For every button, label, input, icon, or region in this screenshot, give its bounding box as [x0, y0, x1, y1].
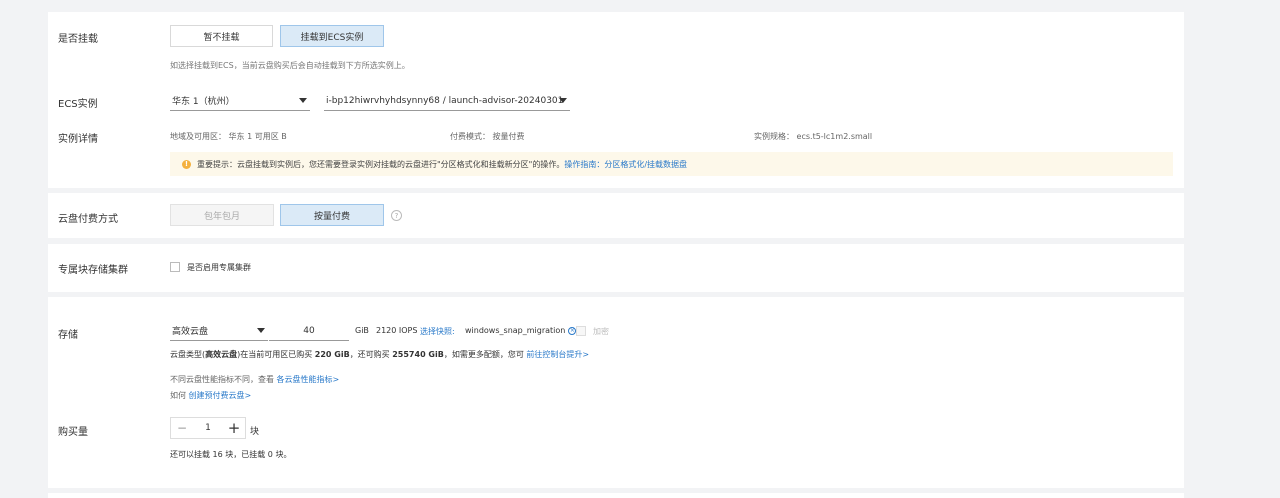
- storage-panel: 存储 高效云盘 40 GiB 2120 IOPS 选择快照: windows_s…: [48, 297, 1184, 488]
- storage-label: 存储: [58, 330, 78, 341]
- quantity-value[interactable]: 1: [193, 423, 223, 433]
- next-panel: [48, 493, 1184, 498]
- notice-guide-link[interactable]: 操作指南：分区格式化/挂载数据盘: [564, 159, 687, 170]
- snapshot-value-wrap: windows_snap_migration ×: [465, 326, 577, 335]
- zone-info: 地域及可用区： 华东 1 可用区 B: [170, 132, 287, 141]
- prepaid-info: 如何 创建预付费云盘>: [170, 390, 251, 401]
- minus-button[interactable]: −: [171, 418, 193, 438]
- chevron-down-icon: [299, 98, 307, 103]
- iops-value: 2120 IOPS: [376, 326, 418, 335]
- pay-as-you-go-button[interactable]: 按量付费: [280, 204, 384, 226]
- warning-icon: !: [182, 159, 191, 169]
- disk-unit: GiB: [355, 326, 369, 335]
- ecs-label: ECS实例: [58, 99, 98, 110]
- region-value: 华东 1（杭州）: [172, 97, 235, 107]
- quota-mid3: ，如需更多配额，您可: [443, 350, 527, 359]
- create-prepaid-disk-link[interactable]: 创建预付费云盘>: [189, 391, 252, 400]
- payment-label: 云盘付费方式: [58, 214, 118, 225]
- mount-label: 是否挂载: [58, 34, 98, 45]
- no-mount-button[interactable]: 暂不挂载: [170, 25, 273, 47]
- quota-type: 高效云盘: [205, 350, 238, 359]
- disk-size-input[interactable]: 40: [269, 321, 349, 341]
- snapshot-value: windows_snap_migration: [465, 326, 566, 335]
- dedicated-checkbox-label: 是否启用专属集群: [187, 263, 251, 272]
- dedicated-checkbox[interactable]: [170, 262, 180, 272]
- quantity-stepper[interactable]: − 1 +: [170, 417, 246, 439]
- perf-text: 不同云盘性能指标不同，查看: [170, 375, 277, 384]
- disk-type-select[interactable]: 高效云盘: [170, 321, 268, 341]
- billing-info: 付费模式： 按量付费: [450, 132, 525, 141]
- quota-left: 255740 GiB: [392, 350, 444, 359]
- instance-select[interactable]: i-bp12hiwrvhyhdsynny68 / launch-advisor-…: [324, 91, 570, 111]
- quantity-label: 购买量: [58, 427, 88, 438]
- prepaid-text: 如何: [170, 391, 189, 400]
- important-notice: ! 重要提示：云盘挂载到实例后，您还需要登录实例对挂载的云盘进行"分区格式化和挂…: [170, 152, 1173, 176]
- help-icon[interactable]: ?: [391, 210, 402, 221]
- mount-hint: 如选择挂载到ECS，当前云盘购买后会自动挂载到下方所选实例上。: [170, 61, 410, 70]
- quota-prefix: 云盘类型(: [170, 350, 206, 359]
- chevron-down-icon: [257, 328, 265, 333]
- quota-info: 云盘类型(高效云盘)在当前可用区已购买 220 GiB，还可购买 255740 …: [170, 349, 589, 360]
- perf-info: 不同云盘性能指标不同，查看 各云盘性能指标>: [170, 374, 339, 385]
- payment-panel: 云盘付费方式 包年包月 按量付费 ?: [48, 193, 1184, 238]
- chevron-down-icon: [559, 98, 567, 103]
- mount-panel: 是否挂载 暂不挂载 挂载到ECS实例 如选择挂载到ECS，当前云盘购买后会自动挂…: [48, 12, 1184, 188]
- encrypt-checkbox[interactable]: [576, 326, 586, 336]
- details-label: 实例详情: [58, 134, 98, 145]
- spec-info: 实例规格： ecs.t5-lc1m2.small: [754, 132, 873, 141]
- notice-text: 重要提示：云盘挂载到实例后，您还需要登录实例对挂载的云盘进行"分区格式化和挂载新…: [197, 159, 565, 169]
- plus-button[interactable]: +: [223, 418, 245, 438]
- dedicated-label: 专属块存储集群: [58, 265, 128, 276]
- perf-metrics-link[interactable]: 各云盘性能指标>: [277, 375, 340, 384]
- quota-mid1: )在当前可用区已购买: [237, 350, 315, 359]
- select-snapshot-link[interactable]: 选择快照:: [420, 326, 455, 337]
- encrypt-label: 加密: [593, 327, 609, 336]
- quota-console-link[interactable]: 前往控制台提升>: [526, 350, 589, 359]
- quota-mid2: ，还可购买: [349, 350, 393, 359]
- mount-ecs-button[interactable]: 挂载到ECS实例: [280, 25, 384, 47]
- region-select[interactable]: 华东 1（杭州）: [170, 91, 310, 111]
- quota-bought: 220 GiB: [314, 350, 350, 359]
- disk-size-value: 40: [303, 325, 315, 336]
- instance-value: i-bp12hiwrvhyhdsynny68 / launch-advisor-…: [326, 95, 564, 106]
- quantity-unit: 块: [250, 427, 260, 437]
- quantity-hint: 还可以挂载 16 块，已挂载 0 块。: [170, 450, 292, 459]
- disk-type-value: 高效云盘: [172, 327, 209, 337]
- subscription-button[interactable]: 包年包月: [170, 204, 274, 226]
- dedicated-panel: 专属块存储集群 是否启用专属集群: [48, 244, 1184, 292]
